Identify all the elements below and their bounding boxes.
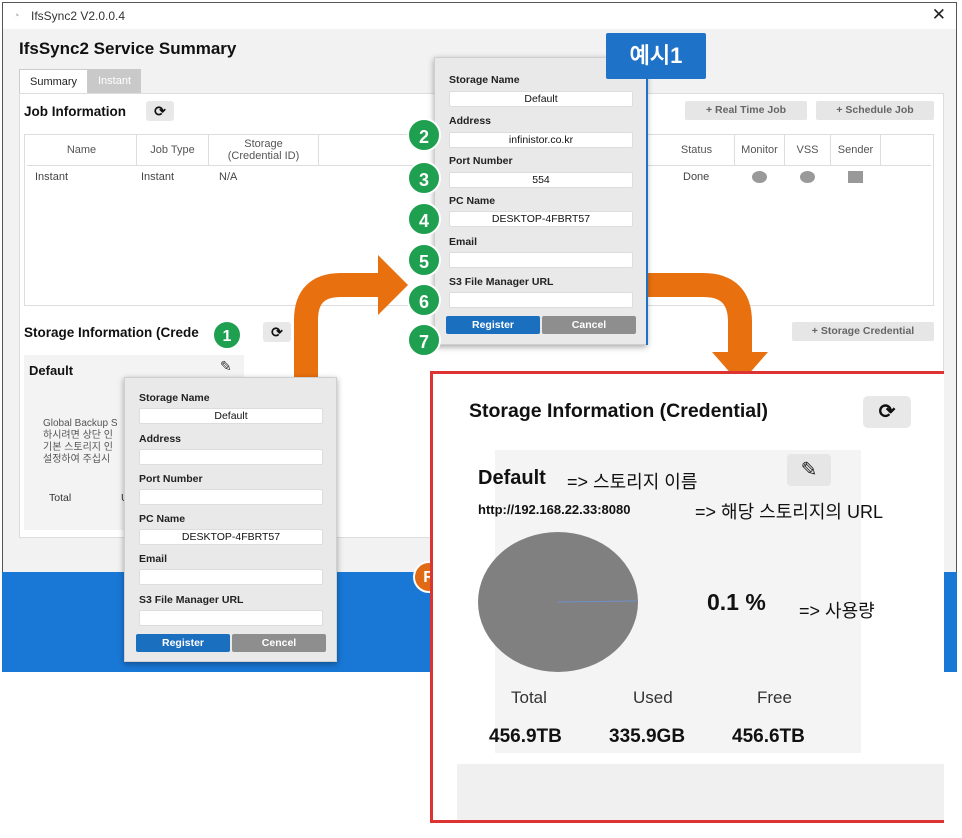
pencil-edit-icon[interactable]: ✎ [787, 454, 831, 486]
credential-dialog-empty: Storage Name Default Address Port Number… [124, 377, 337, 662]
address-input[interactable] [139, 449, 323, 465]
email-input[interactable] [449, 252, 633, 268]
step-badge-4: 4 [407, 202, 441, 236]
cancel-button[interactable]: Cancel [542, 316, 636, 334]
arrow-head-right-icon [378, 255, 408, 315]
dialog-edge [646, 57, 648, 345]
refresh-icon: ⟳ [878, 401, 896, 423]
total-value: 456.9TB [489, 726, 562, 747]
s3-url-label: S3 File Manager URL [449, 276, 554, 288]
used-value: 335.9GB [609, 726, 686, 747]
email-input[interactable] [139, 569, 323, 585]
usage-pie-chart [478, 532, 638, 672]
email-label: Email [139, 553, 168, 565]
zoom-refresh-button[interactable]: ⟳ [863, 396, 911, 428]
address-input[interactable]: infinistor.co.kr [449, 132, 633, 148]
total-label: Total [511, 688, 547, 707]
free-value: 456.6TB [732, 726, 805, 747]
example-tag: 예시1 [606, 33, 706, 79]
storage-name-annotation: => 스토리지 이름 [567, 472, 698, 492]
s3-url-input[interactable] [139, 610, 323, 626]
step-badge-2: 2 [407, 118, 441, 152]
port-number-label: Port Number [139, 473, 203, 485]
storage-name-label: Storage Name [449, 74, 520, 86]
register-button[interactable]: Register [136, 634, 230, 652]
port-number-input[interactable] [139, 489, 323, 505]
port-number-label: Port Number [449, 155, 513, 167]
storage-name-input[interactable]: Default [139, 408, 323, 424]
register-button[interactable]: Register [446, 316, 540, 334]
address-label: Address [449, 115, 492, 127]
zoom-background: Storage Information (Credential) ⟳ Defau… [457, 374, 944, 820]
step-badge-1: 1 [212, 320, 242, 350]
storage-name-input[interactable]: Default [449, 91, 633, 107]
free-label: Free [757, 688, 792, 707]
storage-name-label: Storage Name [139, 392, 210, 404]
credential-dialog-filled: Storage Name Default Address infinistor.… [434, 57, 647, 345]
email-label: Email [449, 236, 478, 248]
s3-url-input[interactable] [449, 292, 633, 308]
s3-url-label: S3 File Manager URL [139, 594, 244, 606]
arrow-to-zoom-icon [648, 273, 752, 352]
usage-percent: 0.1 % [707, 589, 766, 615]
pc-name-label: PC Name [449, 195, 496, 207]
step-badge-7: 7 [407, 323, 441, 357]
step-badge-5: 5 [407, 243, 441, 277]
zoomed-storage-panel: Storage Information (Credential) ⟳ Defau… [430, 371, 944, 823]
address-label: Address [139, 433, 182, 445]
zoom-storage-name: Default [478, 467, 546, 489]
usage-annotation: => 사용량 [799, 601, 875, 621]
pc-name-input[interactable]: DESKTOP-4FBRT57 [449, 211, 633, 227]
cancel-button[interactable]: Cencel [232, 634, 326, 652]
arrow-to-popup-icon [294, 273, 385, 380]
zoom-storage-url: http://192.168.22.33:8080 [478, 502, 631, 517]
port-number-input[interactable]: 554 [449, 172, 633, 188]
pc-name-input[interactable]: DESKTOP-4FBRT57 [139, 529, 323, 545]
zoom-storage-title: Storage Information (Credential) [469, 400, 769, 422]
storage-url-annotation: => 해당 스토리지의 URL [695, 502, 883, 522]
step-badge-6: 6 [407, 283, 441, 317]
used-label: Used [633, 688, 673, 707]
step-badge-3: 3 [407, 161, 441, 195]
pc-name-label: PC Name [139, 513, 186, 525]
